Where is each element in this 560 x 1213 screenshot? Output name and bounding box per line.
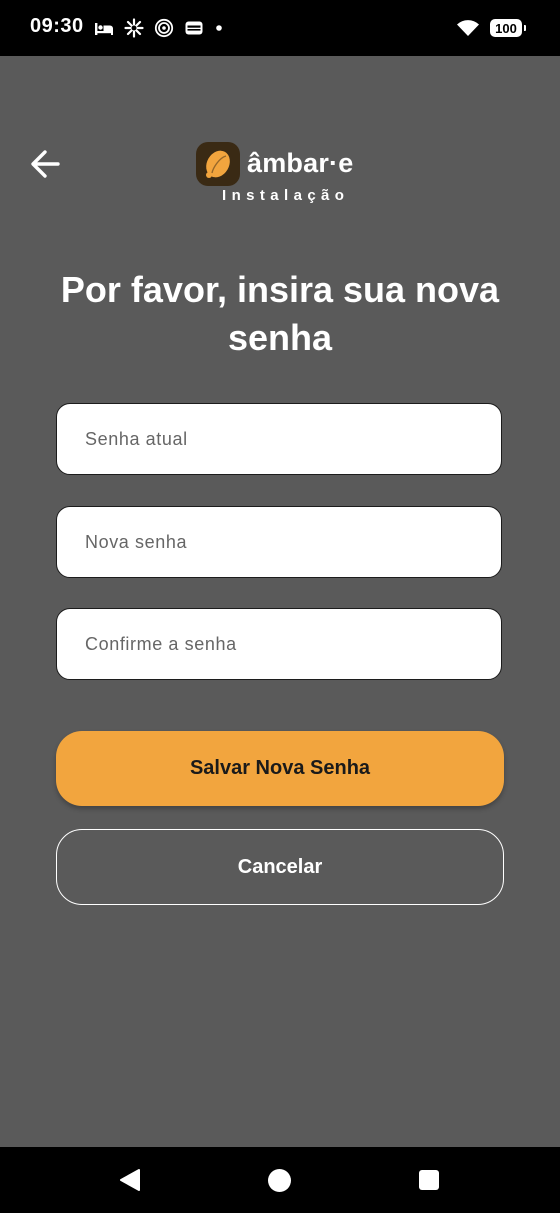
dot-icon <box>216 25 222 31</box>
logo-text: âmbar·e <box>247 148 354 178</box>
save-new-password-button[interactable]: Salvar Nova Senha <box>56 731 504 806</box>
status-time: 09:30 <box>30 15 84 37</box>
battery-icon: 100 <box>490 19 526 37</box>
back-button[interactable] <box>26 144 66 184</box>
app-logo <box>196 142 240 186</box>
nav-back-button[interactable] <box>118 1168 142 1192</box>
current-password-field[interactable] <box>56 403 502 475</box>
status-bar: 09:30 100 <box>0 0 560 56</box>
status-system-icons: 100 <box>456 17 526 39</box>
system-navigation-bar <box>0 1147 560 1213</box>
pinwheel-icon <box>124 18 144 38</box>
wifi-icon <box>457 20 479 36</box>
bed-icon <box>95 23 113 35</box>
confirm-password-field[interactable] <box>56 608 502 680</box>
nav-back-icon <box>120 1169 140 1191</box>
battery-level: 100 <box>495 20 517 36</box>
new-password-field[interactable] <box>56 506 502 578</box>
page-title: Por favor, insira sua nova senha <box>60 269 500 358</box>
arrow-left-icon <box>31 150 60 178</box>
logo-subtitle: Instalação <box>222 187 350 204</box>
spiral-icon <box>154 18 174 38</box>
status-notification-icons <box>94 17 224 39</box>
nav-home-icon[interactable] <box>268 1169 291 1192</box>
wallet-icon <box>185 21 203 35</box>
cancel-button[interactable]: Cancelar <box>56 829 504 905</box>
amber-drop-icon <box>206 150 230 178</box>
nav-recents-icon[interactable] <box>419 1170 439 1190</box>
